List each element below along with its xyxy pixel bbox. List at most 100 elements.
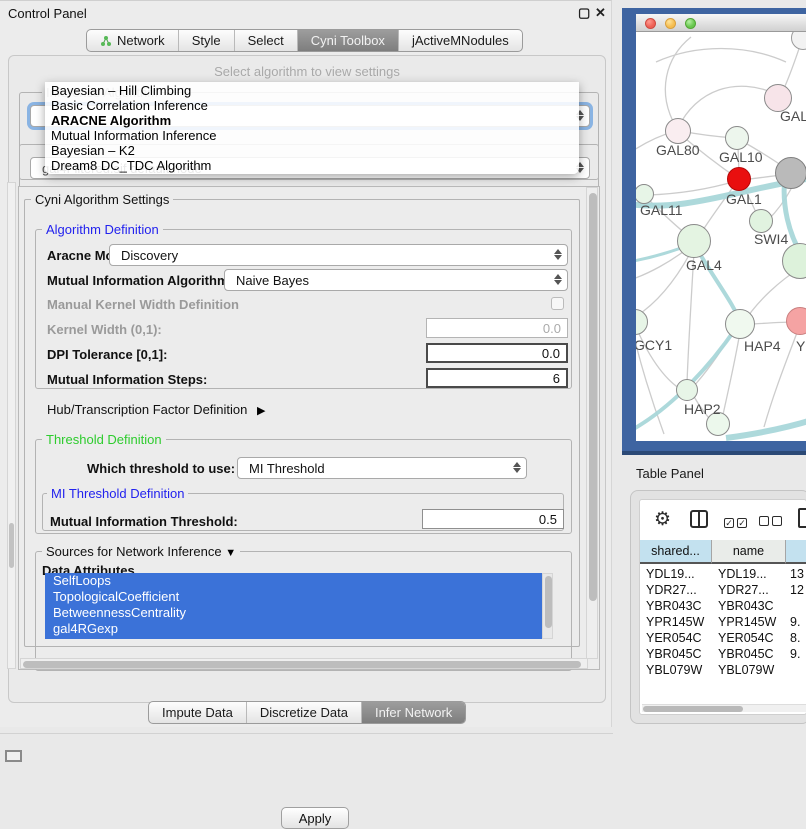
- table-row[interactable]: YDL19...YDL19...13: [640, 566, 806, 582]
- dropdown-item[interactable]: Basic Correlation Inference: [45, 98, 579, 113]
- dpi-tolerance-label: DPI Tolerance [0,1]:: [47, 347, 167, 362]
- attribute-item[interactable]: SelfLoops: [45, 573, 542, 589]
- tab-style[interactable]: Style: [178, 30, 234, 51]
- cell: YER054C: [646, 630, 710, 646]
- network-canvas[interactable]: GAL7 GAL80 GAL10 GAL1 GAL11 SWI4 GAL4 GC…: [636, 32, 806, 441]
- cell: YDR27...: [718, 582, 786, 598]
- settings-vscrollbar-thumb[interactable]: [589, 193, 597, 601]
- mi-algorithm-type-combo[interactable]: Naive Bayes: [224, 269, 568, 291]
- settings-vscrollbar[interactable]: [586, 187, 598, 659]
- cell: 9.: [790, 614, 806, 630]
- network-node-swi4[interactable]: [749, 209, 773, 233]
- network-node-hap4[interactable]: [725, 309, 755, 339]
- divider: [0, 733, 613, 734]
- table-row[interactable]: YPR145WYPR145W9.: [640, 614, 806, 630]
- screenshot-root: Control Panel ▢ ✕ Network Style Select C…: [0, 0, 806, 762]
- zoom-traffic-light-icon[interactable]: [685, 18, 696, 29]
- network-node-gal4[interactable]: [677, 224, 711, 258]
- sources-title-label: Sources for Network Inference: [46, 544, 222, 559]
- column-header-name[interactable]: name: [712, 540, 786, 564]
- tab-discretize-data[interactable]: Discretize Data: [246, 702, 361, 723]
- close-traffic-light-icon[interactable]: [645, 18, 656, 29]
- table-hscrollbar-thumb[interactable]: [643, 706, 743, 712]
- settings-hscrollbar[interactable]: [20, 658, 588, 669]
- network-node-gal10[interactable]: [725, 126, 749, 150]
- kernel-width-field[interactable]: 0.0: [426, 318, 568, 338]
- table-row[interactable]: YBL079WYBL079W: [640, 662, 806, 678]
- column-header-shared-name[interactable]: shared...: [640, 540, 712, 564]
- dropdown-item[interactable]: Bayesian – K2: [45, 143, 579, 158]
- settings-hscrollbar-thumb[interactable]: [23, 661, 581, 668]
- collapse-arrow-icon: ▼: [225, 547, 236, 559]
- table-hscrollbar[interactable]: [642, 704, 806, 712]
- tab-select[interactable]: Select: [234, 30, 297, 51]
- network-node-hap2[interactable]: [676, 379, 698, 401]
- table-row[interactable]: YER054CYER054C8.: [640, 630, 806, 646]
- network-node-gal1[interactable]: [727, 167, 751, 191]
- minimized-panel-icon[interactable]: [5, 750, 22, 762]
- attribute-item[interactable]: BetweennessCentrality: [45, 605, 542, 621]
- columns-icon[interactable]: [690, 510, 708, 528]
- node-label: GAL7: [780, 108, 806, 124]
- network-node[interactable]: [786, 307, 806, 335]
- attribute-item[interactable]: gal4RGexp: [45, 621, 542, 637]
- mi-steps-field[interactable]: 6: [426, 368, 568, 388]
- apply-button[interactable]: Apply: [281, 807, 349, 829]
- attribute-item[interactable]: TopologicalCoefficient: [45, 589, 542, 605]
- tab-jactivemnodules-label: jActiveMNodules: [412, 33, 509, 48]
- table-row[interactable]: YDR27...YDR27...12: [640, 582, 806, 598]
- control-panel-title: Control Panel: [8, 6, 87, 21]
- tab-infer-network[interactable]: Infer Network: [361, 702, 465, 723]
- hub-definition-toggle[interactable]: Hub/Transcription Factor Definition ▶: [47, 402, 265, 417]
- table-row[interactable]: YBR043CYBR043C: [640, 598, 806, 614]
- network-node-gal80[interactable]: [665, 118, 691, 144]
- checked-box-icon: ✓: [737, 518, 747, 528]
- tab-cyni-toolbox[interactable]: Cyni Toolbox: [297, 30, 398, 51]
- node-label: Y: [796, 338, 805, 354]
- settings-scroll-pane: Cyni Algorithm Settings Algorithm Defini…: [18, 186, 600, 670]
- attr-list-scrollbar[interactable]: [542, 573, 553, 639]
- dropdown-item-aracne[interactable]: ARACNE Algorithm: [45, 113, 579, 128]
- cell: YBL079W: [646, 662, 710, 678]
- dropdown-item[interactable]: Bayesian – Hill Climbing: [45, 83, 579, 98]
- dropdown-item[interactable]: Dream8 DC_TDC Algorithm: [45, 158, 579, 173]
- column-header[interactable]: [786, 540, 806, 564]
- which-threshold-combo[interactable]: MI Threshold: [237, 457, 527, 479]
- table-panel-inner: ⚙ ✓✓ shared... name YDL19...YDL19...13 Y…: [639, 499, 806, 715]
- deselect-all-checks-icon[interactable]: [759, 513, 785, 531]
- attr-list-scrollbar-thumb[interactable]: [545, 576, 552, 628]
- dropdown-item[interactable]: Mutual Information Inference: [45, 128, 579, 143]
- manual-kernel-width-checkbox[interactable]: [551, 297, 564, 310]
- tab-network[interactable]: Network: [87, 30, 178, 51]
- node-label: HAP2: [684, 401, 721, 417]
- tab-impute-data-label: Impute Data: [162, 705, 233, 720]
- export-table-icon[interactable]: [798, 508, 806, 528]
- network-window-titlebar[interactable]: [636, 14, 806, 32]
- table-row[interactable]: YLR345WYLR345W9.: [640, 678, 806, 680]
- which-threshold-label: Which threshold to use:: [87, 461, 235, 476]
- sources-group-title[interactable]: Sources for Network Inference ▼: [42, 544, 240, 559]
- dpi-tolerance-field[interactable]: 0.0: [426, 343, 568, 363]
- gear-icon[interactable]: ⚙: [654, 508, 671, 531]
- aracne-mode-combo[interactable]: Discovery: [109, 244, 568, 266]
- cell: YBR045C: [718, 646, 786, 662]
- cell: YLR345W: [718, 678, 786, 680]
- mi-threshold-field[interactable]: 0.5: [422, 509, 564, 529]
- table-row[interactable]: YBR045CYBR045C9.: [640, 646, 806, 662]
- left-scrollbar-thumb[interactable]: [9, 523, 14, 568]
- tab-impute-data[interactable]: Impute Data: [149, 702, 246, 723]
- minimize-traffic-light-icon[interactable]: [665, 18, 676, 29]
- network-node-gray[interactable]: [775, 157, 806, 189]
- left-scrollbar[interactable]: [7, 182, 16, 669]
- algorithm-select-combo[interactable]: Select algorithm to view settings: [9, 64, 605, 79]
- cell: YBR043C: [718, 598, 786, 614]
- tab-jactivemnodules[interactable]: jActiveMNodules: [398, 30, 522, 51]
- float-window-icon[interactable]: ▢: [578, 5, 590, 21]
- stepper-icon: [553, 273, 562, 286]
- window-frame-edge: [622, 451, 806, 455]
- unchecked-box-icon: [772, 516, 782, 526]
- select-all-checks-icon[interactable]: ✓✓: [724, 513, 750, 531]
- close-panel-icon[interactable]: ✕: [595, 5, 606, 21]
- control-panel-tabbar: Network Style Select Cyni Toolbox jActiv…: [86, 29, 523, 52]
- cell: 13: [790, 566, 806, 582]
